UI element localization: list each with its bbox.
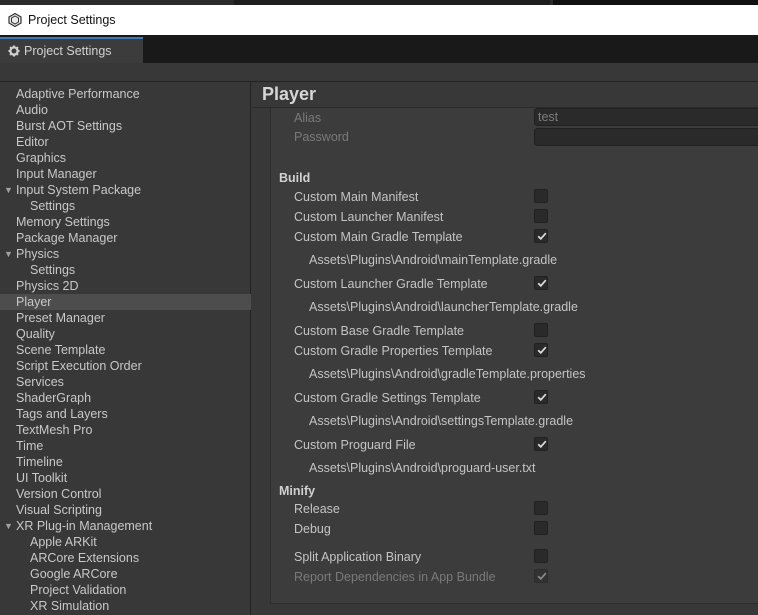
checkmark-icon: [537, 346, 547, 355]
expand-arrow-icon[interactable]: ▼: [4, 246, 13, 262]
custom-gradle-settings-label: Custom Gradle Settings Template: [294, 391, 481, 405]
custom-launcher-gradle-label: Custom Launcher Gradle Template: [294, 277, 488, 291]
settings-sidebar: Adaptive Performance Audio Burst AOT Set…: [0, 82, 251, 615]
sidebar-item-version-control[interactable]: Version Control: [0, 486, 251, 502]
sidebar-item-input-system-package[interactable]: ▼ Input System Package: [0, 182, 251, 198]
sidebar-item-project-validation[interactable]: Project Validation: [0, 582, 251, 598]
custom-gradle-properties-checkbox[interactable]: [534, 343, 548, 357]
custom-launcher-gradle-checkbox[interactable]: [534, 276, 548, 290]
checkmark-icon: [537, 440, 547, 449]
password-label: Password: [294, 130, 349, 144]
checkmark-icon: [537, 232, 547, 241]
sidebar-item-input-system-settings[interactable]: Settings: [0, 198, 251, 214]
settings-main-panel: Player Alias test Password Build Custom …: [252, 82, 758, 615]
minify-debug-label: Debug: [294, 522, 331, 536]
expand-arrow-icon[interactable]: ▼: [4, 182, 13, 198]
gear-icon: [8, 45, 20, 57]
sidebar-item-timeline[interactable]: Timeline: [0, 454, 251, 470]
sidebar-item-script-execution-order[interactable]: Script Execution Order: [0, 358, 251, 374]
build-section-header: Build: [279, 171, 311, 185]
custom-main-manifest-label: Custom Main Manifest: [294, 190, 419, 204]
custom-launcher-manifest-label: Custom Launcher Manifest: [294, 210, 444, 224]
sidebar-item-scene-template[interactable]: Scene Template: [0, 342, 251, 358]
sidebar-item-apple-arkit[interactable]: Apple ARKit: [0, 534, 251, 550]
sidebar-item-textmesh-pro[interactable]: TextMesh Pro: [0, 422, 251, 438]
window-title: Project Settings: [28, 13, 116, 27]
sidebar-item-adaptive-performance[interactable]: Adaptive Performance: [0, 86, 251, 102]
sidebar-item-visual-scripting[interactable]: Visual Scripting: [0, 502, 251, 518]
sidebar-item-xr-plugin-management[interactable]: ▼ XR Plug-in Management: [0, 518, 251, 534]
sidebar-item-package-manager[interactable]: Package Manager: [0, 230, 251, 246]
sidebar-item-quality[interactable]: Quality: [0, 326, 251, 342]
sidebar-item-graphics[interactable]: Graphics: [0, 150, 251, 166]
sidebar-item-memory-settings[interactable]: Memory Settings: [0, 214, 251, 230]
sidebar-item-physics-2d[interactable]: Physics 2D: [0, 278, 251, 294]
sidebar-item-audio[interactable]: Audio: [0, 102, 251, 118]
custom-gradle-properties-label: Custom Gradle Properties Template: [294, 344, 493, 358]
unity-logo-icon: [8, 13, 22, 27]
sidebar-item-tags-and-layers[interactable]: Tags and Layers: [0, 406, 251, 422]
minify-debug-checkbox[interactable]: [534, 521, 548, 535]
checkmark-icon: [537, 572, 547, 581]
tab-bar: Project Settings: [0, 35, 758, 63]
sidebar-item-burst-aot[interactable]: Burst AOT Settings: [0, 118, 251, 134]
custom-main-gradle-checkbox[interactable]: [534, 229, 548, 243]
password-field[interactable]: [534, 128, 758, 146]
sidebar-item-ui-toolkit[interactable]: UI Toolkit: [0, 470, 251, 486]
checkmark-icon: [537, 393, 547, 402]
launcher-gradle-path: Assets\Plugins\Android\launcherTemplate.…: [309, 300, 578, 314]
sidebar-item-xr-simulation[interactable]: XR Simulation: [0, 598, 251, 614]
custom-base-gradle-checkbox[interactable]: [534, 323, 548, 337]
sidebar-item-services[interactable]: Services: [0, 374, 251, 390]
gradle-settings-path: Assets\Plugins\Android\settingsTemplate.…: [309, 414, 574, 428]
window-titlebar[interactable]: Project Settings: [0, 5, 758, 35]
sidebar-item-physics[interactable]: ▼ Physics: [0, 246, 251, 262]
custom-main-gradle-label: Custom Main Gradle Template: [294, 230, 463, 244]
custom-base-gradle-label: Custom Base Gradle Template: [294, 324, 464, 338]
custom-gradle-settings-checkbox[interactable]: [534, 390, 548, 404]
sidebar-item-preset-manager[interactable]: Preset Manager: [0, 310, 251, 326]
sidebar-item-arcore-extensions[interactable]: ARCore Extensions: [0, 550, 251, 566]
main-gradle-path: Assets\Plugins\Android\mainTemplate.grad…: [309, 253, 558, 267]
minify-release-label: Release: [294, 502, 340, 516]
alias-field[interactable]: test: [534, 108, 758, 126]
search-toolbar: [0, 63, 758, 82]
minify-release-checkbox[interactable]: [534, 501, 548, 515]
page-title: Player: [262, 84, 317, 104]
tab-project-settings[interactable]: Project Settings: [0, 37, 143, 63]
expand-arrow-icon[interactable]: ▼: [4, 518, 13, 534]
custom-proguard-checkbox[interactable]: [534, 437, 548, 451]
sidebar-item-player[interactable]: Player: [0, 294, 251, 310]
proguard-path: Assets\Plugins\Android\proguard-user.txt: [309, 461, 536, 475]
alias-label: Alias: [294, 111, 322, 125]
custom-launcher-manifest-checkbox[interactable]: [534, 209, 548, 223]
player-settings-content: Alias test Password Build Custom Main Ma…: [270, 108, 758, 604]
report-dependencies-checkbox: [534, 569, 548, 583]
sidebar-item-shadergraph[interactable]: ShaderGraph: [0, 390, 251, 406]
custom-main-manifest-checkbox[interactable]: [534, 189, 548, 203]
sidebar-item-input-manager[interactable]: Input Manager: [0, 166, 251, 182]
sidebar-item-physics-settings[interactable]: Settings: [0, 262, 251, 278]
minify-section-header: Minify: [279, 484, 316, 498]
sidebar-item-time[interactable]: Time: [0, 438, 251, 454]
gradle-properties-path: Assets\Plugins\Android\gradleTemplate.pr…: [309, 367, 586, 381]
custom-proguard-label: Custom Proguard File: [294, 438, 416, 452]
checkmark-icon: [537, 279, 547, 288]
report-dependencies-label: Report Dependencies in App Bundle: [294, 570, 496, 584]
sidebar-item-editor[interactable]: Editor: [0, 134, 251, 150]
tab-label: Project Settings: [24, 44, 112, 58]
split-binary-label: Split Application Binary: [294, 550, 422, 564]
sidebar-item-google-arcore[interactable]: Google ARCore: [0, 566, 251, 582]
split-binary-checkbox[interactable]: [534, 549, 548, 563]
